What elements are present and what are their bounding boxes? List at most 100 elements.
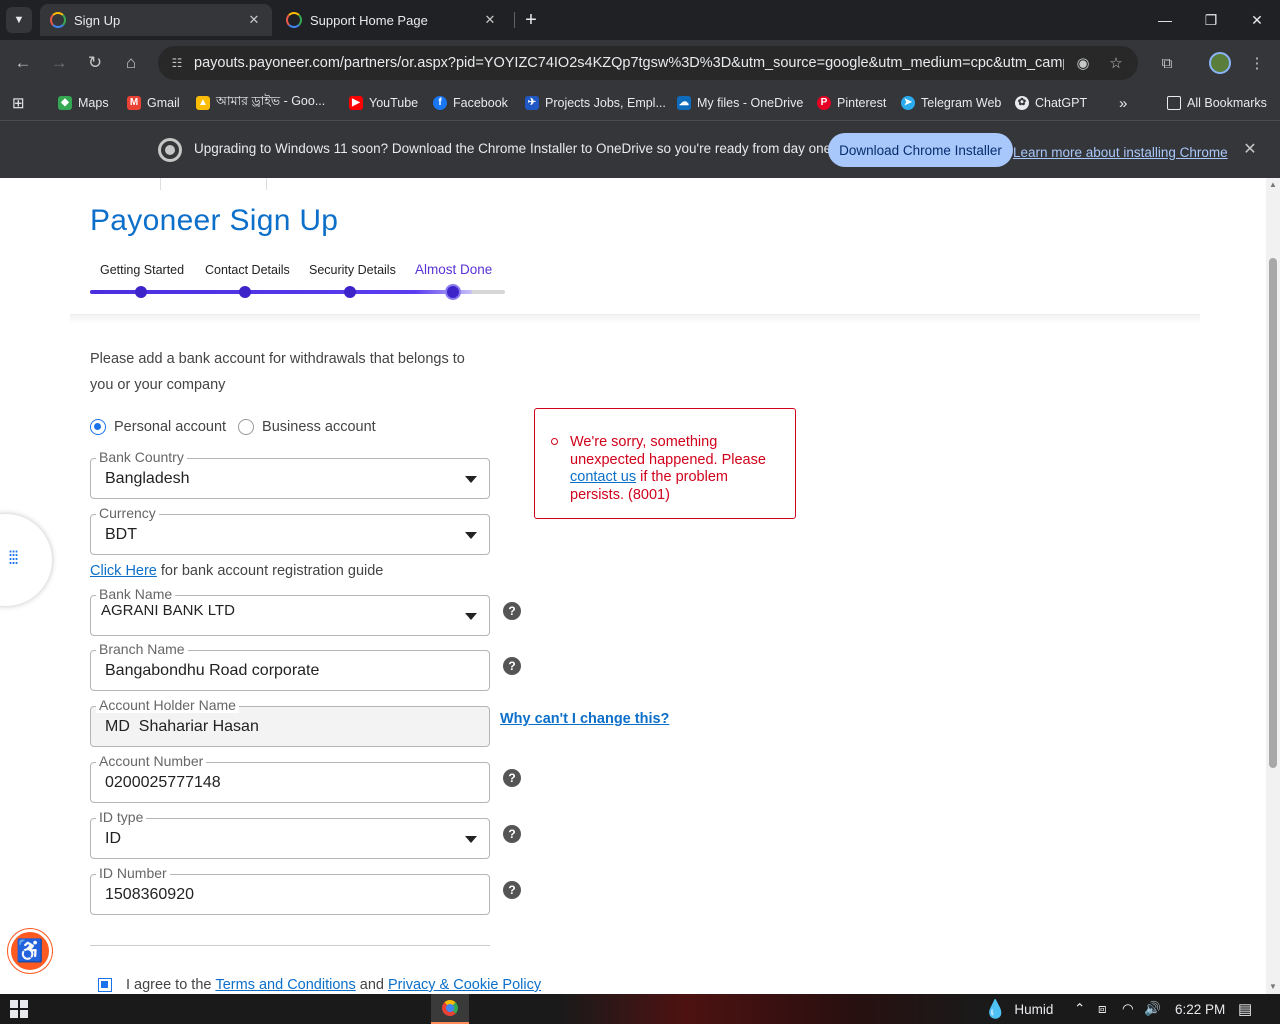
- close-window-button[interactable]: ✕: [1234, 0, 1280, 40]
- id-type-select[interactable]: ID type ID: [90, 809, 490, 859]
- bookmark-maps[interactable]: ◆ Maps: [58, 93, 109, 113]
- site-info-icon[interactable]: ☷: [166, 52, 188, 74]
- scroll-down-icon[interactable]: ▼: [1269, 982, 1277, 991]
- tab-separator: [514, 12, 515, 28]
- field-label: Bank Country: [96, 449, 187, 465]
- close-icon[interactable]: ✕: [246, 12, 262, 28]
- eye-off-icon[interactable]: ◉: [1072, 52, 1094, 74]
- personal-account-label[interactable]: Personal account: [114, 419, 226, 435]
- agree-checkbox[interactable]: [98, 978, 112, 992]
- contact-us-link[interactable]: contact us: [570, 469, 636, 485]
- help-icon[interactable]: ?: [503, 825, 521, 843]
- privacy-link[interactable]: Privacy & Cookie Policy: [388, 977, 541, 993]
- meet-icon[interactable]: ⧈: [1098, 998, 1107, 1020]
- bookmark-facebook[interactable]: f Facebook: [433, 93, 508, 113]
- account-number-input[interactable]: Account Number 0200025777148: [90, 753, 490, 803]
- page-scrollbar[interactable]: ▲ ▼: [1266, 178, 1280, 994]
- business-account-radio[interactable]: [238, 419, 255, 435]
- bookmark-drive[interactable]: ▲ আমার ড্রাইভ - Goo...: [196, 93, 325, 113]
- help-icon[interactable]: ?: [503, 657, 521, 675]
- restore-button[interactable]: ❐: [1188, 0, 1234, 40]
- scroll-up-icon[interactable]: ▲: [1269, 180, 1277, 189]
- folder-icon: [1167, 96, 1181, 110]
- help-icon[interactable]: ?: [503, 881, 521, 899]
- error-text-start: We're sorry, something unexpected happen…: [570, 434, 766, 468]
- bookmark-projects[interactable]: ✈ Projects Jobs, Empl...: [525, 93, 666, 113]
- chevron-up-icon[interactable]: ⌃: [1074, 998, 1085, 1020]
- browser-toolbar: ← → ↻ ⌂ ☷ payouts.payoneer.com/partners/…: [0, 40, 1280, 86]
- extensions-icon[interactable]: ⧉: [1154, 50, 1180, 76]
- close-icon[interactable]: ✕: [482, 12, 498, 28]
- new-tab-button[interactable]: +: [520, 6, 542, 34]
- business-account-label[interactable]: Business account: [262, 419, 376, 435]
- restore-icon: ❐: [1204, 11, 1218, 28]
- taskbar-chrome[interactable]: [431, 994, 469, 1024]
- click-here-link[interactable]: Click Here: [90, 563, 157, 579]
- bookmark-gmail[interactable]: M Gmail: [127, 93, 180, 113]
- bookmark-youtube[interactable]: ▶ YouTube: [349, 93, 418, 113]
- apps-icon[interactable]: ⊞: [12, 93, 25, 113]
- facebook-icon: f: [433, 96, 447, 110]
- why-cant-change-link[interactable]: Why can't I change this?: [500, 711, 669, 727]
- personal-account-radio[interactable]: [90, 419, 106, 435]
- accessibility-button[interactable]: ♿: [8, 929, 52, 973]
- tab-sign-up[interactable]: Sign Up ✕: [40, 4, 272, 36]
- all-bookmarks[interactable]: All Bookmarks: [1167, 93, 1267, 113]
- gmail-icon: M: [127, 96, 141, 110]
- field-value: AGRANI BANK LTD: [101, 602, 235, 619]
- account-holder-input: Account Holder Name MD Shahariar Hasan: [90, 697, 490, 747]
- chatgpt-icon: ✿: [1015, 96, 1029, 110]
- notification-icon[interactable]: ▤: [1238, 998, 1252, 1020]
- help-icon[interactable]: ?: [503, 602, 521, 620]
- minimize-icon: —: [1158, 12, 1172, 28]
- url-text[interactable]: payouts.payoneer.com/partners/or.aspx?pi…: [194, 55, 1064, 71]
- download-installer-button[interactable]: Download Chrome Installer: [828, 133, 1013, 167]
- bank-intro-text: Please add a bank account for withdrawal…: [90, 351, 465, 393]
- bookmark-label: Gmail: [147, 96, 180, 110]
- address-bar[interactable]: ☷ payouts.payoneer.com/partners/or.aspx?…: [158, 46, 1138, 80]
- weather-widget[interactable]: 💧 Humid: [984, 998, 1053, 1020]
- field-value: ID: [105, 830, 121, 847]
- wifi-icon[interactable]: ◠: [1122, 998, 1134, 1020]
- bookmark-label: Projects Jobs, Empl...: [545, 96, 666, 110]
- profile-avatar[interactable]: [1209, 52, 1231, 74]
- tab-search-button[interactable]: ▼: [6, 7, 32, 33]
- side-chat-widget[interactable]: ⁞⁞⁞: [0, 514, 52, 606]
- currency-select[interactable]: Currency BDT: [90, 505, 490, 555]
- tab-favicon-icon: [286, 12, 302, 28]
- forward-button[interactable]: →: [45, 49, 73, 77]
- learn-more-link[interactable]: Learn more about installing Chrome: [1013, 145, 1228, 160]
- help-icon[interactable]: ?: [503, 769, 521, 787]
- reload-button[interactable]: ↻: [81, 49, 109, 77]
- bookmark-chatgpt[interactable]: ✿ ChatGPT: [1015, 93, 1087, 113]
- tab-support-home[interactable]: Support Home Page ✕: [276, 4, 508, 36]
- step-contact-details: Contact Details: [205, 263, 290, 277]
- terms-link[interactable]: Terms and Conditions: [215, 977, 355, 993]
- close-icon: ✕: [1251, 11, 1263, 28]
- water-drop-icon: 💧: [984, 998, 1007, 1019]
- bank-name-select[interactable]: Bank Name AGRANI BANK LTD: [90, 586, 490, 636]
- field-label: Bank Name: [96, 586, 176, 602]
- bookmark-pinterest[interactable]: P Pinterest: [817, 93, 886, 113]
- menu-icon[interactable]: ⋮: [1244, 50, 1270, 76]
- maps-icon: ◆: [58, 96, 72, 110]
- bookmark-onedrive[interactable]: ☁ My files - OneDrive: [677, 93, 803, 113]
- bookmark-telegram[interactable]: ➤ Telegram Web: [901, 93, 1001, 113]
- windows-start-icon[interactable]: [10, 1000, 28, 1018]
- bank-country-select[interactable]: Bank Country Bangladesh: [90, 449, 490, 499]
- field-label: Branch Name: [96, 641, 188, 657]
- back-button[interactable]: ←: [9, 49, 37, 77]
- home-button[interactable]: ⌂: [117, 49, 145, 77]
- volume-icon[interactable]: 🔊: [1144, 998, 1161, 1020]
- clock[interactable]: 6:22 PM: [1175, 998, 1225, 1020]
- tab-label: Sign Up: [74, 12, 121, 28]
- more-bookmarks-icon[interactable]: »: [1119, 93, 1127, 113]
- star-icon[interactable]: ☆: [1105, 52, 1127, 74]
- branch-name-input[interactable]: Branch Name Bangabondhu Road corporate: [90, 641, 490, 691]
- minimize-button[interactable]: —: [1142, 0, 1188, 40]
- close-icon[interactable]: ✕: [1240, 139, 1260, 159]
- step-dot: [135, 286, 147, 298]
- step-almost-done: Almost Done: [415, 262, 493, 277]
- scroll-thumb[interactable]: [1269, 258, 1277, 768]
- id-number-input[interactable]: ID Number 1508360920: [90, 865, 490, 915]
